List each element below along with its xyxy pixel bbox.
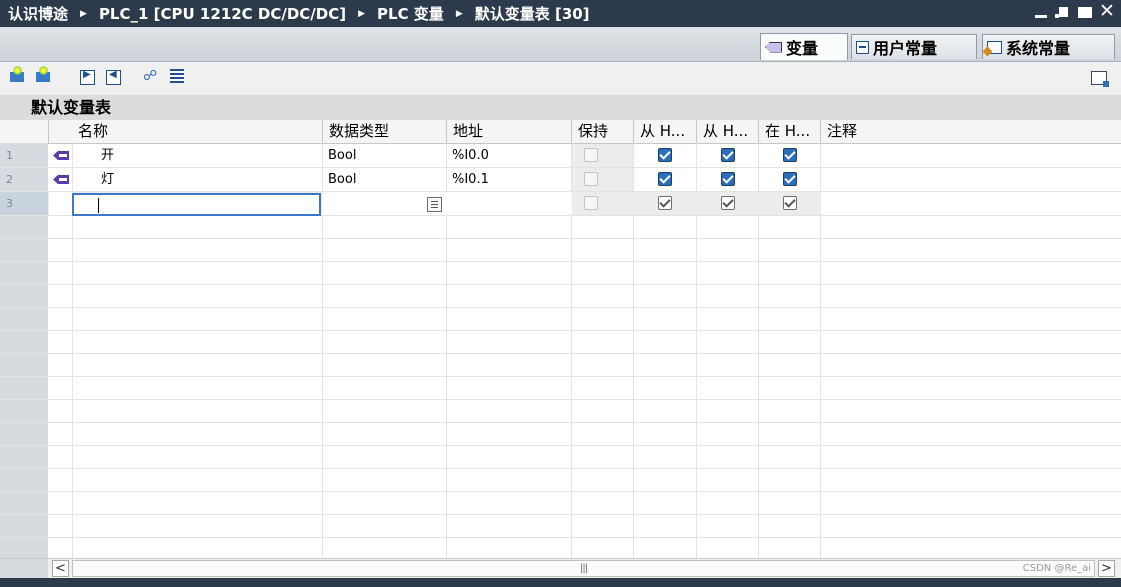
horizontal-scrollbar[interactable]: < ||| CSDN @Re_ai > [0, 558, 1121, 579]
bottom-frame [0, 578, 1121, 587]
show-table-icon[interactable] [170, 69, 184, 83]
scroll-grip-icon: ||| [580, 563, 588, 574]
hmi-accessible-checkbox[interactable] [658, 148, 672, 162]
row-number: 1 [0, 144, 48, 167]
table-row[interactable]: 1 开 Bool %I0.0 [0, 144, 1121, 168]
hmi-visible-checkbox[interactable] [783, 148, 797, 162]
row-header-column [0, 559, 48, 579]
data-type-cell[interactable]: Bool [322, 168, 356, 191]
hmi-writeable-checkbox[interactable] [721, 148, 735, 162]
scroll-right-icon[interactable]: > [1098, 560, 1115, 577]
export-icon[interactable] [80, 69, 95, 85]
breadcrumb: 认识博途 ▶ PLC_1 [CPU 1212C DC/DC/DC] ▶ PLC … [0, 3, 592, 24]
float-window-icon[interactable] [1055, 3, 1071, 21]
header-comment[interactable]: 注释 [821, 120, 1121, 143]
tab-strip: 变量 用户常量 系统常量 [0, 27, 1121, 62]
constant-icon [856, 40, 869, 54]
text-caret [98, 198, 99, 213]
hmi-writeable-checkbox[interactable] [721, 172, 735, 186]
table-title: 默认变量表 [31, 98, 112, 117]
comment-cell[interactable] [821, 192, 1121, 215]
maximize-icon[interactable] [1077, 3, 1093, 21]
tag-name-input[interactable] [72, 193, 321, 216]
breadcrumb-tag-table[interactable]: 默认变量表 [30] [473, 3, 592, 24]
data-type-picker-icon[interactable] [427, 197, 442, 212]
address-cell[interactable] [447, 192, 572, 215]
watermark: CSDN @Re_ai [1022, 563, 1091, 574]
table-title-bar: 默认变量表 [0, 95, 1121, 120]
scroll-left-icon[interactable]: < [52, 560, 69, 577]
table-row[interactable]: 2 灯 Bool %I0.1 [0, 168, 1121, 192]
header-hmi-visible[interactable]: 在 H... [759, 120, 821, 143]
tab-system-constants[interactable]: 系统常量 [982, 34, 1115, 59]
address-cell[interactable]: %I0.0 [446, 144, 489, 167]
row-number: 3 [0, 192, 48, 215]
row-number: 2 [0, 168, 48, 191]
tab-tags[interactable]: 变量 [760, 33, 848, 60]
tag-icon-cell [49, 192, 72, 215]
tab-label: 用户常量 [873, 39, 938, 58]
tag-icon [765, 41, 782, 53]
breadcrumb-separator-icon: ▶ [358, 8, 366, 19]
retain-cell [572, 168, 633, 191]
tag-table: 名称 数据类型 地址 保持 从 H... 从 H... 在 H... 注释 1 … [0, 120, 1121, 558]
system-constant-icon [987, 40, 1002, 54]
breadcrumb-separator-icon: ▶ [455, 8, 463, 19]
title-bar: 认识博途 ▶ PLC_1 [CPU 1212C DC/DC/DC] ▶ PLC … [0, 0, 1121, 27]
hmi-writeable-checkbox[interactable] [721, 196, 735, 210]
window-controls: ✕ [1033, 2, 1115, 21]
tab-user-constants[interactable]: 用户常量 [851, 34, 977, 59]
breadcrumb-plc[interactable]: PLC_1 [CPU 1212C DC/DC/DC] [97, 5, 348, 23]
hmi-visible-checkbox[interactable] [783, 172, 797, 186]
hmi-accessible-checkbox[interactable] [658, 196, 672, 210]
header-address[interactable]: 地址 [447, 120, 572, 143]
add-row-icon[interactable] [10, 66, 24, 82]
header-data-type[interactable]: 数据类型 [323, 120, 447, 143]
breadcrumb-project[interactable]: 认识博途 [6, 3, 70, 24]
close-icon[interactable]: ✕ [1099, 2, 1115, 21]
panel-toggle-icon[interactable] [1091, 71, 1109, 87]
retain-checkbox[interactable] [584, 172, 598, 186]
minimize-icon[interactable] [1033, 3, 1049, 21]
header-corner [0, 120, 49, 143]
breadcrumb-separator-icon: ▶ [80, 8, 87, 19]
retain-cell [572, 144, 633, 167]
header-name[interactable]: 名称 [72, 120, 323, 143]
insert-row-icon[interactable] [36, 66, 50, 82]
tab-label: 变量 [786, 39, 819, 58]
hmi-accessible-checkbox[interactable] [658, 172, 672, 186]
table-header: 名称 数据类型 地址 保持 从 H... 从 H... 在 H... 注释 [0, 120, 1121, 144]
tag-name-cell[interactable]: 灯 [95, 168, 114, 191]
header-hmi-writeable[interactable]: 从 H... [697, 120, 759, 143]
retain-checkbox[interactable] [584, 148, 598, 162]
import-icon[interactable] [106, 69, 121, 85]
data-type-cell[interactable]: Bool [322, 144, 356, 167]
tag-name-cell[interactable]: 开 [95, 144, 114, 167]
header-retain[interactable]: 保持 [572, 120, 634, 143]
retain-checkbox[interactable] [584, 196, 598, 210]
tag-icon [53, 151, 69, 160]
monitor-icon[interactable] [143, 68, 161, 86]
address-cell[interactable]: %I0.1 [446, 168, 489, 191]
toolbar [0, 62, 1121, 93]
tab-label: 系统常量 [1006, 39, 1071, 58]
empty-rows [0, 216, 1121, 558]
breadcrumb-plc-tags[interactable]: PLC 变量 [375, 3, 446, 24]
hmi-visible-checkbox[interactable] [783, 196, 797, 210]
header-hmi-accessible[interactable]: 从 H... [634, 120, 697, 143]
tag-icon [53, 175, 69, 184]
